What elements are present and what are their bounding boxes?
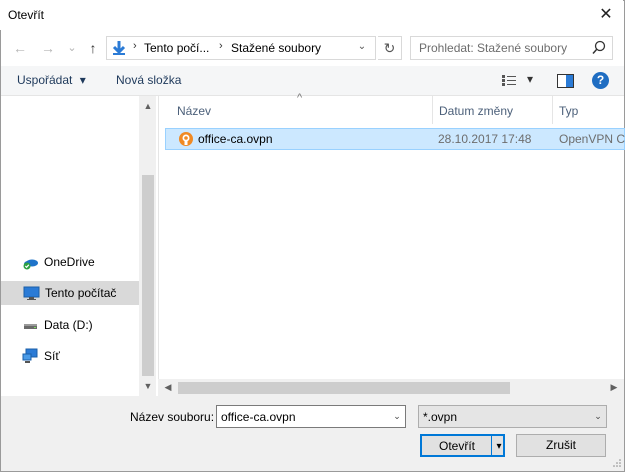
forward-arrow-icon[interactable]: → (38, 38, 58, 58)
sidebar-item-label: OneDrive (44, 255, 95, 269)
sidebar-item-data-drive[interactable]: Data (D:) (0, 313, 139, 337)
file-name: office-ca.ovpn (198, 132, 273, 146)
open-button[interactable]: Otevřít ▾ (420, 434, 505, 457)
chevron-down-icon: ▾ (79, 73, 86, 87)
help-glyph: ? (596, 73, 605, 87)
view-options-icon[interactable] (502, 75, 518, 87)
breadcrumb-separator: › (219, 40, 223, 52)
breadcrumb-this-pc[interactable]: Tento počí... (144, 41, 209, 55)
new-folder-button[interactable]: Nová složka (116, 73, 181, 87)
dialog-title: Otevřít (8, 8, 45, 22)
scroll-down-icon[interactable]: ▼ (142, 381, 154, 391)
computer-icon (23, 286, 40, 300)
breadcrumb-downloads[interactable]: Stažené soubory (231, 41, 321, 55)
filename-field[interactable]: office-ca.ovpn ⌄ (216, 405, 406, 428)
filter-dropdown-icon[interactable]: ⌄ (590, 407, 606, 426)
organize-label: Uspořádat (17, 73, 73, 87)
file-list: Název ^ Datum změny Typ office-ca.ovpn 2… (158, 92, 625, 380)
sort-ascending-icon: ^ (297, 92, 303, 104)
file-type-filter[interactable]: *.ovpn ⌄ (418, 405, 607, 428)
sidebar-scroll-thumb[interactable] (142, 175, 154, 376)
open-options-chevron-icon[interactable]: ▾ (493, 436, 505, 457)
open-button-label: Otevřít (438, 439, 475, 453)
horizontal-scroll-thumb[interactable] (178, 382, 510, 394)
openvpn-icon (179, 132, 193, 146)
up-arrow-icon[interactable]: ↑ (83, 38, 103, 58)
sidebar-item-label: Tento počítač (45, 286, 117, 300)
onedrive-icon (23, 259, 38, 270)
file-type: OpenVPN Co (559, 132, 625, 146)
file-row[interactable]: office-ca.ovpn 28.10.2017 17:48 OpenVPN … (165, 128, 625, 150)
help-icon[interactable]: ? (592, 72, 609, 89)
organize-button[interactable]: Uspořádat ▾ (17, 73, 86, 87)
filename-dropdown-icon[interactable]: ⌄ (389, 407, 405, 426)
filter-value: *.ovpn (423, 410, 458, 424)
address-bar[interactable]: › Tento počí... › Stažené soubory (106, 36, 376, 60)
scroll-up-icon[interactable]: ▲ (142, 101, 154, 111)
drive-icon (24, 324, 37, 329)
refresh-icon[interactable]: ↻ (378, 36, 402, 60)
open-button-divider (491, 434, 492, 457)
filename-value: office-ca.ovpn (221, 410, 296, 424)
column-divider[interactable] (432, 96, 433, 124)
breadcrumb-separator: › (133, 40, 137, 52)
scroll-left-icon[interactable]: ◀ (162, 382, 174, 393)
search-placeholder: Prohledat: Stažené soubory (419, 41, 568, 55)
column-header-type[interactable]: Typ (559, 104, 578, 118)
column-header-date[interactable]: Datum změny (439, 104, 513, 118)
recent-locations-icon[interactable]: ⌄ (62, 38, 82, 58)
resize-grip-icon[interactable] (612, 458, 622, 468)
command-bar: Uspořádat ▾ Nová složka ▾ ? (1, 66, 624, 96)
cancel-button[interactable]: Zrušit (516, 434, 606, 457)
sidebar-item-label: Síť (44, 349, 60, 363)
sidebar-item-this-pc[interactable]: Tento počítač (1, 281, 140, 305)
column-divider[interactable] (552, 96, 553, 124)
downloads-icon (112, 41, 126, 55)
sidebar-item-label: Data (D:) (44, 318, 93, 332)
network-icon (22, 348, 38, 363)
view-chevron-icon[interactable]: ▾ (527, 72, 533, 86)
address-dropdown-icon[interactable]: ⌄ (350, 36, 374, 60)
search-box[interactable]: Prohledat: Stažené soubory (410, 36, 613, 60)
title-bar: Otevřít ✕ (0, 0, 623, 30)
search-icon[interactable] (591, 40, 607, 56)
preview-pane-icon[interactable] (557, 74, 574, 88)
scroll-right-icon[interactable]: ▶ (608, 382, 620, 393)
column-header-name[interactable]: Název (177, 104, 211, 118)
sidebar-item-network[interactable]: Síť (0, 344, 139, 368)
close-icon[interactable]: ✕ (591, 2, 621, 28)
file-date: 28.10.2017 17:48 (438, 132, 532, 146)
filename-label: Název souboru: (130, 410, 215, 424)
back-arrow-icon[interactable]: ← (10, 38, 30, 58)
sidebar-item-onedrive[interactable]: OneDrive (0, 250, 139, 274)
